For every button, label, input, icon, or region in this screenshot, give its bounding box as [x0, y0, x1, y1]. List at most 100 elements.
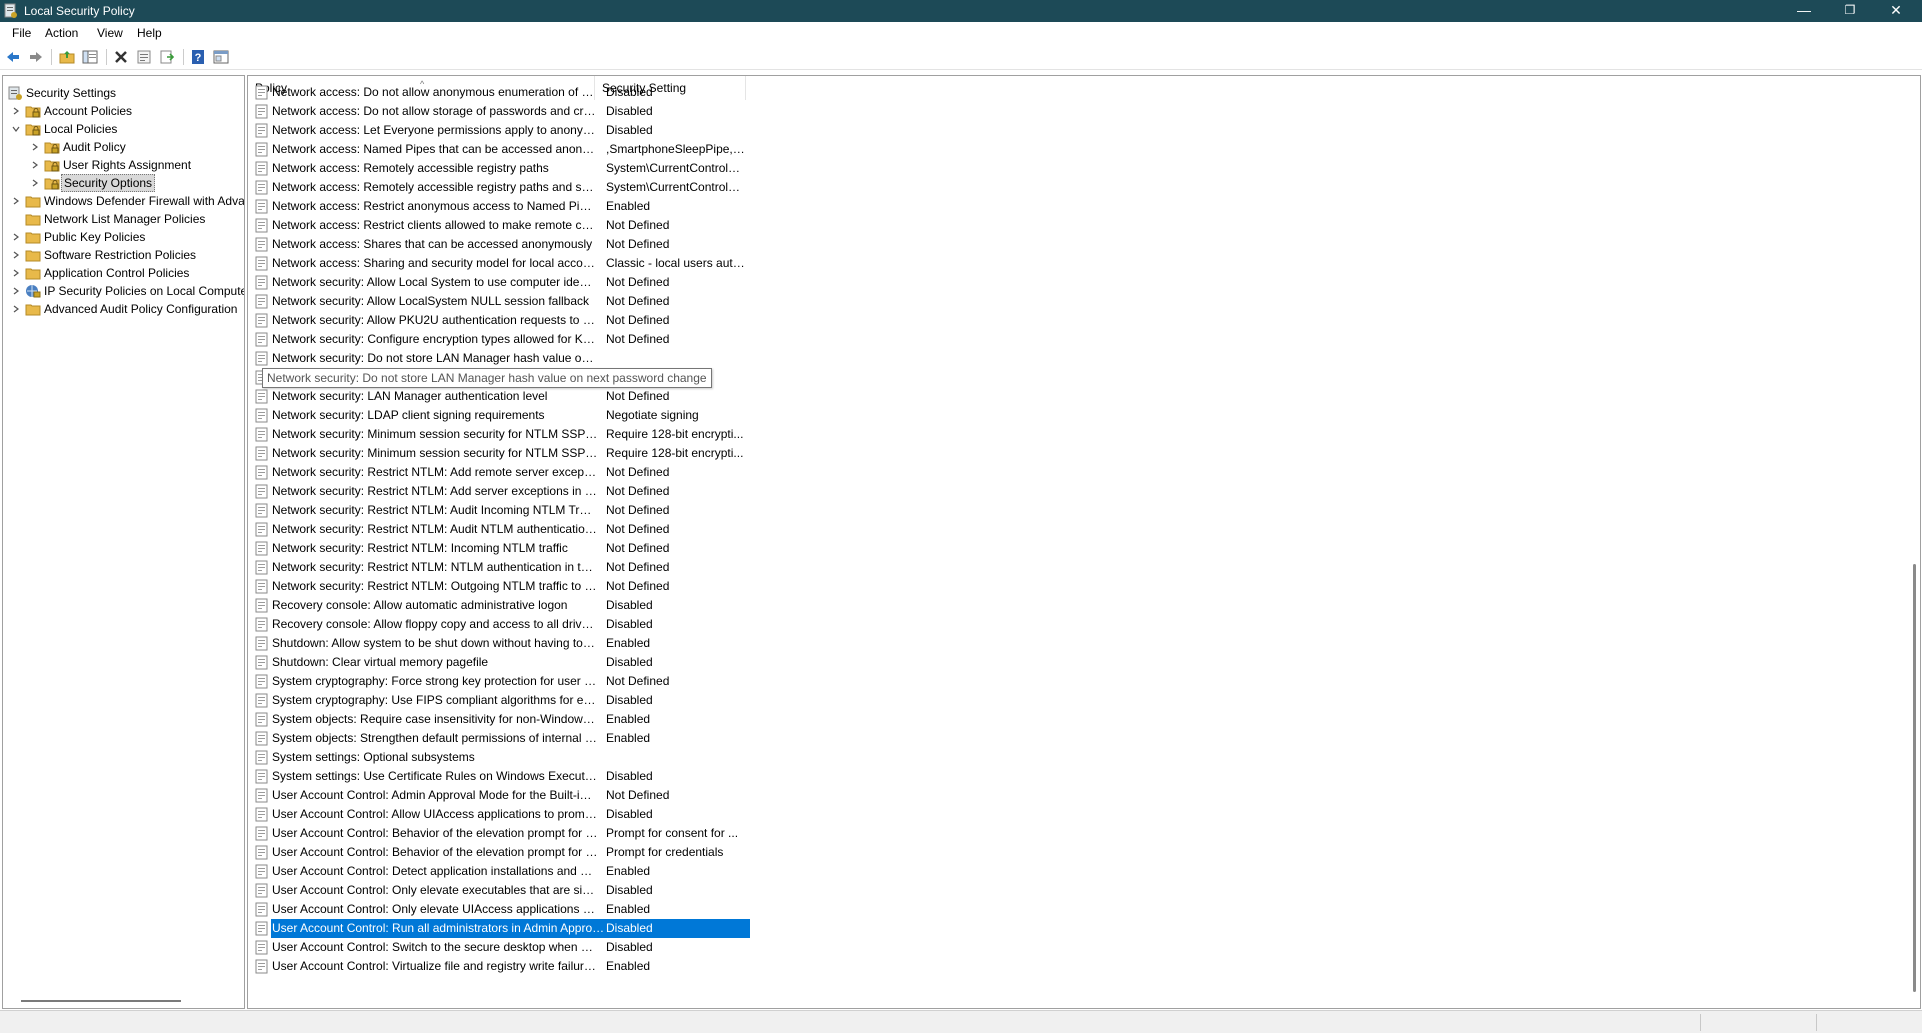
delete-icon[interactable] [113, 49, 129, 65]
export-list-icon[interactable] [159, 49, 175, 65]
tree-item[interactable]: Security Options [3, 174, 243, 192]
chevron-right-icon[interactable] [12, 233, 20, 241]
policy-row[interactable]: User Account Control: Only elevate execu… [254, 881, 754, 900]
close-button[interactable]: ✕ [1873, 0, 1919, 22]
policy-item-icon [255, 674, 268, 689]
policy-row[interactable]: Network security: Restrict NTLM: NTLM au… [254, 558, 754, 577]
policy-row[interactable]: User Account Control: Only elevate UIAcc… [254, 900, 754, 919]
policy-item-icon [255, 484, 268, 499]
tree-item[interactable]: Advanced Audit Policy Configuration [3, 300, 243, 318]
security-setting-value: Disabled [606, 919, 750, 938]
chevron-right-icon[interactable] [31, 143, 39, 151]
menu-help[interactable]: Help [137, 26, 162, 40]
chevron-right-icon[interactable] [12, 287, 20, 295]
chevron-right-icon[interactable] [31, 179, 39, 187]
policy-row[interactable]: Network access: Named Pipes that can be … [254, 140, 754, 159]
policy-row[interactable]: Network security: Restrict NTLM: Incomin… [254, 539, 754, 558]
policy-row[interactable]: Recovery console: Allow automatic admini… [254, 596, 754, 615]
policy-row[interactable]: User Account Control: Switch to the secu… [254, 938, 754, 957]
policy-row[interactable]: Network access: Do not allow storage of … [254, 102, 754, 121]
policy-row[interactable]: Network security: Configure encryption t… [254, 330, 754, 349]
up-folder-icon[interactable] [59, 49, 75, 65]
restore-button[interactable]: ❐ [1827, 0, 1873, 22]
tree-item-label: IP Security Policies on Local Compute [44, 284, 245, 298]
policy-row[interactable]: Network access: Let Everyone permissions… [254, 121, 754, 140]
policy-name: Network access: Let Everyone permissions… [272, 123, 598, 137]
tree-item[interactable]: Audit Policy [3, 138, 243, 156]
policy-row[interactable]: User Account Control: Behavior of the el… [254, 824, 754, 843]
policy-row[interactable]: Network security: Restrict NTLM: Audit N… [254, 520, 754, 539]
tree-item[interactable]: User Rights Assignment [3, 156, 243, 174]
tree-item[interactable]: Software Restriction Policies [3, 246, 243, 264]
policy-row[interactable]: Network security: Allow PKU2U authentica… [254, 311, 754, 330]
policy-row[interactable]: System cryptography: Force strong key pr… [254, 672, 754, 691]
tree-item[interactable]: Local Policies [3, 120, 243, 138]
policy-row[interactable]: Network security: Minimum session securi… [254, 444, 754, 463]
menu-file[interactable]: File [12, 26, 31, 40]
policy-row[interactable]: User Account Control: Allow UIAccess app… [254, 805, 754, 824]
tree-item[interactable]: Security Settings [3, 84, 243, 102]
policy-name: Network access: Restrict anonymous acces… [272, 199, 598, 213]
policy-row[interactable]: System cryptography: Use FIPS compliant … [254, 691, 754, 710]
chevron-right-icon[interactable] [12, 251, 20, 259]
policy-row[interactable]: System objects: Strengthen default permi… [254, 729, 754, 748]
policy-row[interactable]: Network security: LAN Manager authentica… [254, 387, 754, 406]
tree-horizontal-scrollbar[interactable] [21, 1000, 181, 1002]
security-setting-value: ,SmartphoneSleepPipe,S... [606, 142, 746, 156]
policy-row[interactable]: Network access: Remotely accessible regi… [254, 178, 754, 197]
chevron-down-icon[interactable] [12, 125, 20, 133]
policy-row[interactable]: System settings: Use Certificate Rules o… [254, 767, 754, 786]
console-view-icon[interactable] [213, 49, 229, 65]
folder-lock-icon [44, 142, 60, 154]
policy-row[interactable]: Shutdown: Allow system to be shut down w… [254, 634, 754, 653]
policy-row[interactable]: Network security: Allow LocalSystem NULL… [254, 292, 754, 311]
menu-action[interactable]: Action [45, 26, 78, 40]
policy-row[interactable]: Network security: Restrict NTLM: Outgoin… [254, 577, 754, 596]
policy-row[interactable]: Network access: Restrict anonymous acces… [254, 197, 754, 216]
tree-item[interactable]: Network List Manager Policies [3, 210, 243, 228]
policy-row[interactable]: Network security: LDAP client signing re… [254, 406, 754, 425]
help-icon[interactable]: ? [190, 49, 206, 65]
policy-row[interactable]: Network access: Sharing and security mod… [254, 254, 754, 273]
policy-row[interactable]: Network access: Remotely accessible regi… [254, 159, 754, 178]
policy-row[interactable]: System settings: Optional subsystems [254, 748, 754, 767]
vertical-scrollbar[interactable] [1906, 76, 1920, 1008]
policy-row[interactable]: Recovery console: Allow floppy copy and … [254, 615, 754, 634]
policy-row[interactable]: Network access: Do not allow anonymous e… [254, 83, 754, 102]
security-setting-value: Disabled [606, 807, 653, 821]
minimize-button[interactable]: — [1781, 0, 1827, 22]
policy-row[interactable]: Network security: Do not store LAN Manag… [254, 349, 754, 368]
chevron-right-icon[interactable] [12, 269, 20, 277]
policy-name: User Account Control: Behavior of the el… [272, 845, 598, 859]
show-hide-tree-icon[interactable] [82, 49, 98, 65]
policy-row[interactable]: Network access: Restrict clients allowed… [254, 216, 754, 235]
policy-row[interactable]: System objects: Require case insensitivi… [254, 710, 754, 729]
chevron-right-icon[interactable] [12, 107, 20, 115]
policy-row[interactable]: Network security: Restrict NTLM: Add ser… [254, 482, 754, 501]
tree-item[interactable]: Account Policies [3, 102, 243, 120]
menu-view[interactable]: View [97, 26, 123, 40]
properties-icon[interactable] [136, 49, 152, 65]
back-icon[interactable] [5, 49, 21, 65]
policy-row[interactable]: Network security: Allow Local System to … [254, 273, 754, 292]
policy-row[interactable]: User Account Control: Run all administra… [254, 919, 754, 938]
chevron-right-icon[interactable] [12, 305, 20, 313]
tree-item[interactable]: IP Security Policies on Local Compute [3, 282, 245, 300]
tree-item[interactable]: Public Key Policies [3, 228, 243, 246]
policy-row[interactable]: Network access: Shares that can be acces… [254, 235, 754, 254]
policy-row[interactable]: User Account Control: Behavior of the el… [254, 843, 754, 862]
policy-row[interactable]: Shutdown: Clear virtual memory pagefile D… [254, 653, 754, 672]
chevron-right-icon[interactable] [31, 161, 39, 169]
chevron-right-icon[interactable] [12, 197, 20, 205]
policy-row[interactable]: Network security: Restrict NTLM: Add rem… [254, 463, 754, 482]
policy-row[interactable]: User Account Control: Virtualize file an… [254, 957, 754, 976]
security-setting-value: Enabled [606, 199, 651, 213]
forward-icon[interactable] [28, 49, 44, 65]
policy-row[interactable]: Network security: Restrict NTLM: Audit I… [254, 501, 754, 520]
policy-row[interactable]: User Account Control: Detect application… [254, 862, 754, 881]
policy-row[interactable]: User Account Control: Admin Approval Mod… [254, 786, 754, 805]
tree-item[interactable]: Application Control Policies [3, 264, 243, 282]
policy-row[interactable]: Network security: Minimum session securi… [254, 425, 754, 444]
tree-item[interactable]: Windows Defender Firewall with Adva [3, 192, 244, 210]
vertical-scrollbar-thumb[interactable] [1913, 564, 1916, 992]
